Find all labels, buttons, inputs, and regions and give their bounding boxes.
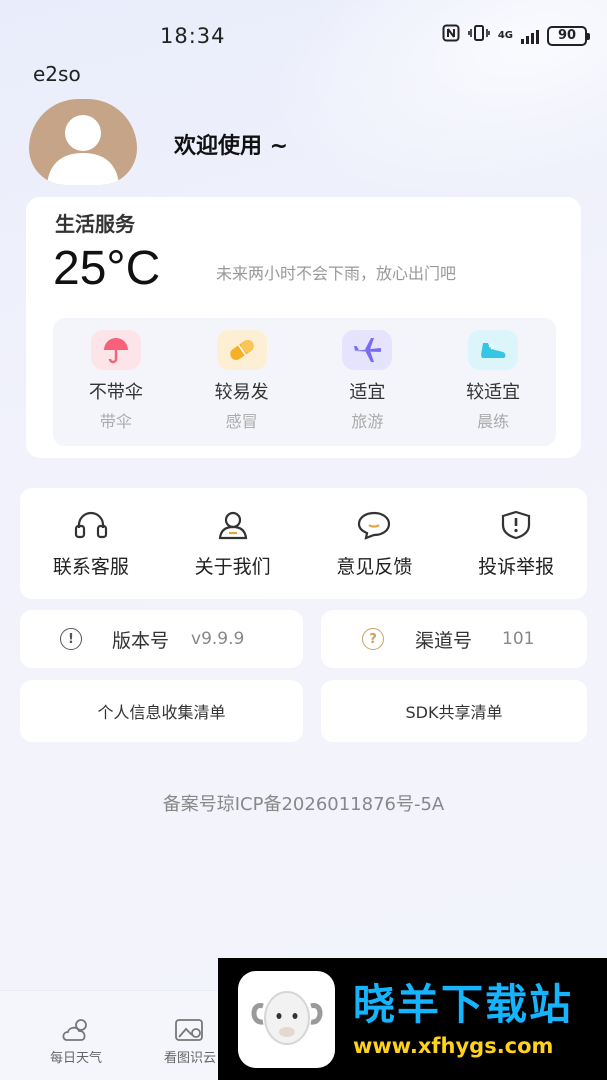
watermark-text: 晓羊下载站 www.xfhygs.com — [353, 980, 573, 1058]
info-icon: ! — [60, 628, 82, 650]
link-label: 关于我们 — [194, 556, 271, 578]
app-id: e2so — [33, 62, 81, 86]
life-service-title: 生活服务 — [55, 212, 135, 236]
sneaker-icon — [468, 330, 519, 370]
question-icon: ? — [362, 628, 384, 650]
shield-alert-icon — [498, 510, 534, 540]
watermark-title: 晓羊下载站 — [353, 980, 574, 1029]
life-item-sub: 带伞 — [99, 412, 132, 431]
contact-service-button[interactable]: 联系客服 — [20, 488, 162, 599]
life-item-travel[interactable]: 适宜 旅游 — [305, 318, 431, 446]
life-item-main: 适宜 — [349, 382, 386, 403]
channel-label: 渠道号 — [415, 629, 473, 652]
nav-daily-weather[interactable]: 每日天气 — [16, 991, 136, 1080]
life-item-exercise[interactable]: 较适宜 晨练 — [430, 318, 556, 446]
image-search-icon — [173, 1016, 207, 1044]
links-card: 联系客服 关于我们 意见反馈 投诉举报 — [20, 488, 587, 599]
life-item-sub: 晨练 — [477, 412, 510, 431]
temperature: 25°C — [53, 242, 161, 295]
headset-icon — [73, 510, 109, 540]
status-bar: 18:34 4G 90 — [0, 0, 607, 60]
status-time: 18:34 — [160, 24, 226, 48]
link-label: 联系客服 — [52, 556, 129, 578]
version-card: ! 版本号 v9.9.9 — [20, 610, 303, 668]
link-label: 投诉举报 — [478, 556, 555, 578]
cloud-sun-icon — [59, 1016, 93, 1044]
life-item-main: 较易发 — [214, 382, 269, 403]
network-type: 4G — [497, 29, 513, 41]
life-index-grid: 不带伞 带伞 较易发 感冒 适宜 旅游 较适宜 晨练 — [53, 318, 556, 446]
life-item-main: 不带伞 — [88, 382, 143, 403]
default-avatar-icon — [47, 115, 119, 185]
report-button[interactable]: 投诉举报 — [445, 488, 587, 599]
version-value: v9.9.9 — [191, 629, 245, 649]
signal-icon — [521, 28, 539, 44]
avatar[interactable] — [29, 99, 137, 185]
airplane-icon — [342, 330, 393, 370]
vibrate-icon — [468, 24, 490, 47]
life-item-main: 较适宜 — [466, 382, 521, 403]
sdk-share-list-button[interactable]: SDK共享清单 — [321, 680, 587, 742]
pill-icon — [216, 330, 267, 370]
feedback-button[interactable]: 意见反馈 — [304, 488, 446, 599]
channel-card: ? 渠道号 101 — [321, 610, 587, 668]
user-icon — [215, 510, 251, 540]
battery-indicator: 90 — [547, 25, 590, 46]
chat-bubble-icon — [356, 510, 392, 540]
weather-note: 未来两小时不会下雨，放心出门吧 — [216, 264, 457, 283]
version-label: 版本号 — [112, 629, 170, 652]
umbrella-icon — [90, 330, 141, 370]
status-icons: 4G 90 — [442, 24, 590, 47]
life-item-cold[interactable]: 较易发 感冒 — [179, 318, 305, 446]
watermark-url: www.xfhygs.com — [353, 1034, 554, 1058]
channel-value: 101 — [502, 629, 535, 649]
life-item-sub: 感冒 — [225, 412, 258, 431]
life-item-umbrella[interactable]: 不带伞 带伞 — [53, 318, 179, 446]
icp-record: 备案号琼ICP备2026011876号-5A — [162, 794, 445, 815]
nfc-icon — [442, 24, 460, 47]
watermark-banner: 晓羊下载站 www.xfhygs.com — [218, 958, 607, 1080]
nav-label: 每日天气 — [49, 1051, 102, 1066]
nav-label: 看图识云 — [163, 1051, 216, 1066]
welcome-text: 欢迎使用 ~ — [174, 134, 289, 159]
sheep-logo-icon — [238, 970, 335, 1068]
link-label: 意见反馈 — [336, 556, 413, 578]
personal-info-list-button[interactable]: 个人信息收集清单 — [20, 680, 303, 742]
life-item-sub: 旅游 — [351, 412, 384, 431]
about-us-button[interactable]: 关于我们 — [162, 488, 304, 599]
life-service-card: 生活服务 25°C 未来两小时不会下雨，放心出门吧 不带伞 带伞 较易发 感冒 … — [26, 197, 581, 458]
